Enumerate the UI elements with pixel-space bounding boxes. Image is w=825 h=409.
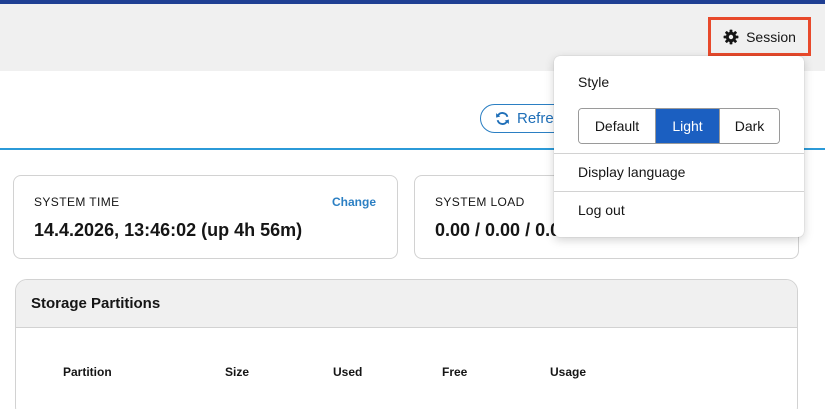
log-out-item[interactable]: Log out bbox=[578, 202, 625, 218]
system-time-card: SYSTEM TIME Change 14.4.2026, 13:46:02 (… bbox=[13, 175, 398, 259]
storage-panel-header: Storage Partitions bbox=[16, 280, 797, 328]
column-header-size[interactable]: Size bbox=[225, 365, 249, 379]
storage-panel-title: Storage Partitions bbox=[31, 295, 161, 312]
gear-icon bbox=[723, 29, 739, 45]
menu-divider bbox=[554, 153, 804, 154]
system-load-title: SYSTEM LOAD bbox=[435, 195, 525, 209]
style-toggle-group: Default Light Dark bbox=[578, 108, 780, 144]
style-heading: Style bbox=[578, 74, 610, 90]
style-light-button[interactable]: Light bbox=[655, 109, 719, 143]
session-button[interactable]: Session bbox=[708, 17, 811, 56]
session-label: Session bbox=[746, 28, 796, 45]
system-time-value: 14.4.2026, 13:46:02 (up 4h 56m) bbox=[34, 220, 303, 240]
menu-divider bbox=[554, 191, 804, 192]
display-language-item[interactable]: Display language bbox=[578, 164, 685, 180]
refresh-icon bbox=[495, 111, 510, 126]
column-header-used[interactable]: Used bbox=[333, 365, 362, 379]
column-header-free[interactable]: Free bbox=[442, 365, 467, 379]
system-load-value: 0.00 / 0.00 / 0.00 bbox=[435, 220, 571, 240]
change-time-link[interactable]: Change bbox=[332, 195, 376, 209]
system-time-title: SYSTEM TIME bbox=[34, 195, 120, 209]
style-dark-button[interactable]: Dark bbox=[719, 109, 779, 143]
column-header-partition[interactable]: Partition bbox=[63, 365, 112, 379]
style-default-button[interactable]: Default bbox=[579, 109, 655, 143]
column-header-usage[interactable]: Usage bbox=[550, 365, 586, 379]
storage-partitions-panel: Storage Partitions Partition Size Used F… bbox=[15, 279, 798, 409]
session-menu: Style Default Light Dark Display languag… bbox=[554, 56, 804, 237]
